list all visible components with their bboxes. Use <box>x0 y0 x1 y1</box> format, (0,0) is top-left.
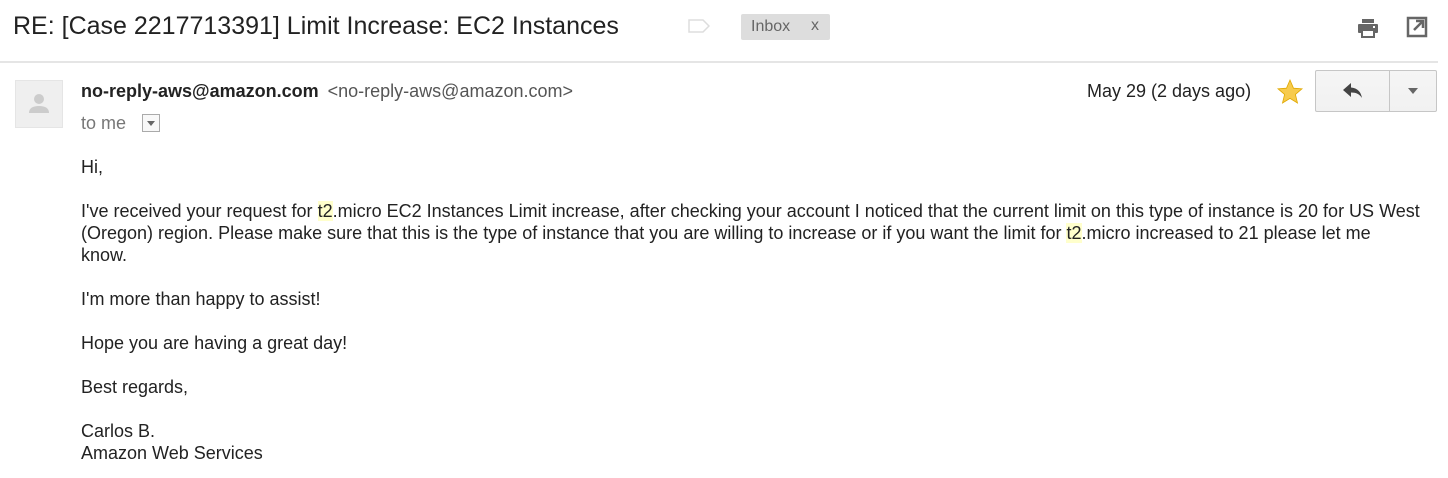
search-highlight: t2 <box>1066 223 1082 243</box>
inbox-label-text: Inbox <box>751 18 791 35</box>
message-body: Hi, I've received your request for t2.mi… <box>81 156 1421 464</box>
signature-company: Amazon Web Services <box>81 443 263 463</box>
greeting: Hi, <box>81 157 103 177</box>
sender-avatar <box>15 80 63 128</box>
recipient-line: to me <box>81 113 127 133</box>
search-highlight: t2 <box>317 201 333 221</box>
email-subject: RE: [Case 2217713391] Limit Increase: EC… <box>13 12 619 40</box>
more-actions-button[interactable] <box>1389 70 1437 112</box>
message-date: May 29 (2 days ago) <box>1087 81 1252 101</box>
print-icon[interactable] <box>1356 16 1380 40</box>
subject-bar: RE: [Case 2217713391] Limit Increase: EC… <box>0 0 1448 62</box>
body-paragraph-request: I've received your request for t2.micro … <box>81 201 1420 265</box>
closing: Best regards, <box>81 377 189 397</box>
show-details-button[interactable] <box>142 114 160 132</box>
signature-name: Carlos B. <box>81 421 156 441</box>
reply-arrow-icon <box>1343 83 1362 98</box>
sender-name[interactable]: no-reply-aws@amazon.com <box>81 81 319 101</box>
signature: Carlos B. Amazon Web Services <box>81 420 1421 464</box>
header-divider <box>0 61 1438 63</box>
label-tag-icon[interactable] <box>688 19 710 33</box>
sender-email: <no-reply-aws@amazon.com> <box>327 81 573 101</box>
reply-button[interactable] <box>1315 70 1390 112</box>
body-paragraph-wishes: Hope you are having a great day! <box>81 333 348 353</box>
remove-label-button[interactable]: x <box>811 17 819 35</box>
star-icon[interactable] <box>1276 78 1304 106</box>
email-view: RE: [Case 2217713391] Limit Increase: EC… <box>0 0 1448 478</box>
sender-line: no-reply-aws@amazon.com <no-reply-aws@am… <box>81 80 573 102</box>
default-avatar-icon <box>29 94 49 113</box>
inbox-label-chip[interactable]: Inbox x <box>741 14 830 40</box>
body-paragraph-assist: I'm more than happy to assist! <box>81 289 321 309</box>
open-in-new-window-icon[interactable] <box>1406 16 1428 38</box>
